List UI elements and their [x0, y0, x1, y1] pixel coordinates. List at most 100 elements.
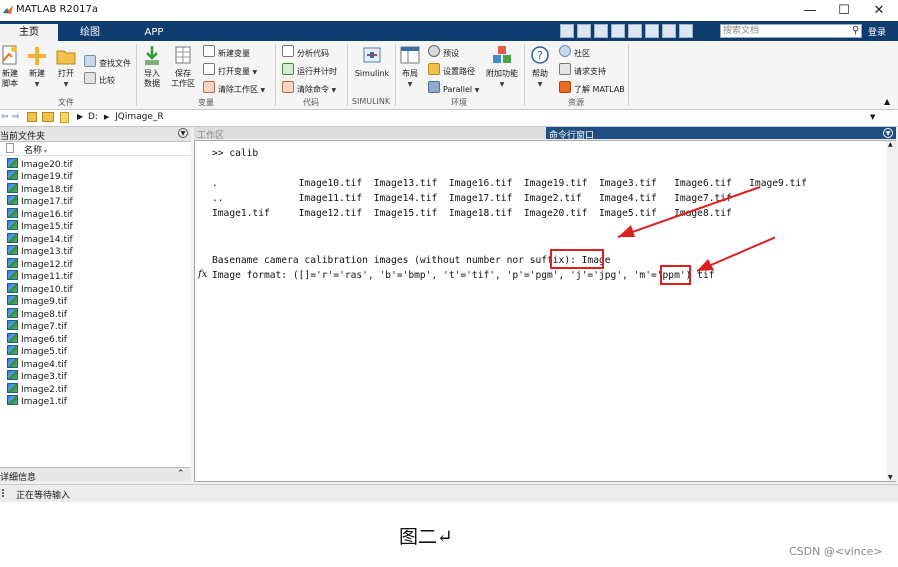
file-item[interactable]: Image6.tif: [7, 333, 67, 345]
file-item[interactable]: Image15.tif: [7, 220, 73, 232]
browse-folder-icon[interactable]: [42, 112, 54, 122]
file-item[interactable]: Image16.tif: [7, 208, 73, 220]
expand-details-icon[interactable]: ⌃: [177, 469, 185, 479]
help-question-icon: ?: [531, 46, 549, 64]
parallel-button[interactable]: Parallel ▼: [428, 81, 479, 94]
addons-button[interactable]: 附加功能 ▼: [485, 45, 519, 90]
vertical-scrollbar[interactable]: ▲ ▼: [887, 141, 896, 481]
collapse-ribbon-icon[interactable]: ▲: [884, 97, 890, 106]
file-name: Image2.tif: [21, 385, 67, 395]
file-item[interactable]: Image13.tif: [7, 245, 73, 257]
analyze-code-button[interactable]: 分析代码: [282, 45, 329, 58]
command-window-actions-icon[interactable]: ▼: [883, 128, 893, 138]
open-variable-button[interactable]: 打开变量 ▼: [203, 63, 257, 76]
minimize-button[interactable]: —: [793, 0, 827, 21]
switch-windows-icon[interactable]: [662, 24, 676, 38]
tif-image-icon: [7, 358, 18, 368]
file-item[interactable]: Image9.tif: [7, 295, 67, 307]
community-button[interactable]: 社区: [559, 45, 590, 58]
workspace-grid-icon: [175, 46, 191, 64]
new-variable-label: 新建变量: [218, 49, 250, 58]
tif-image-icon: [7, 320, 18, 330]
file-item[interactable]: Image17.tif: [7, 195, 73, 207]
learn-matlab-button[interactable]: 了解 MATLAB: [559, 81, 625, 94]
panel-actions-icon[interactable]: ▼: [178, 128, 188, 138]
run-and-time-button[interactable]: 运行并计时: [282, 63, 337, 76]
redo-icon[interactable]: [645, 24, 659, 38]
forward-icon[interactable]: ⇨: [12, 112, 20, 122]
scroll-down-icon[interactable]: ▼: [888, 474, 893, 481]
command-window[interactable]: >> calib . Image10.tif Image13.tif Image…: [194, 140, 896, 482]
file-item[interactable]: Image4.tif: [7, 358, 67, 370]
file-item[interactable]: Image5.tif: [7, 345, 67, 357]
request-support-button[interactable]: 请求支持: [559, 63, 606, 76]
back-icon[interactable]: ⇦: [1, 112, 9, 122]
path-dropdown-icon[interactable]: ▼: [870, 113, 875, 121]
import-data-button[interactable]: 导入 数据: [141, 45, 163, 89]
compare-button[interactable]: 比较: [84, 72, 115, 85]
status-bar: 正在等待输入: [0, 484, 898, 502]
file-item[interactable]: Image10.tif: [7, 283, 73, 295]
tif-image-icon: [7, 295, 18, 305]
help-button[interactable]: ? 帮助 ▼: [528, 45, 552, 90]
search-icon[interactable]: ⚲: [852, 25, 859, 36]
scroll-up-icon[interactable]: ▲: [888, 141, 893, 148]
file-name: Image8.tif: [21, 310, 67, 320]
layout-label: 布局: [402, 69, 418, 78]
fx-icon[interactable]: fx: [198, 269, 207, 280]
search-docs-input[interactable]: 搜索文档: [720, 24, 862, 38]
path-drive[interactable]: D:: [88, 112, 98, 122]
layout-button[interactable]: 布局 ▼: [398, 45, 422, 90]
file-item[interactable]: Image2.tif: [7, 383, 67, 395]
clear-commands-button[interactable]: 清除命令 ▼: [282, 81, 336, 94]
file-item[interactable]: Image18.tif: [7, 183, 73, 195]
preferences-button[interactable]: 预设: [428, 45, 459, 58]
file-item[interactable]: Image12.tif: [7, 258, 73, 270]
tab-apps[interactable]: APP: [125, 24, 183, 41]
file-item[interactable]: Image19.tif: [7, 170, 73, 182]
path-separator-icon: ▶: [77, 112, 84, 121]
help-icon[interactable]: [679, 24, 693, 38]
paste-icon[interactable]: [611, 24, 625, 38]
file-item[interactable]: Image20.tif: [7, 158, 73, 170]
file-item[interactable]: Image7.tif: [7, 320, 67, 332]
file-item[interactable]: Image1.tif: [7, 395, 67, 407]
tab-plots[interactable]: 绘图: [61, 24, 119, 41]
copy-icon[interactable]: [594, 24, 608, 38]
tab-home[interactable]: 主页: [0, 24, 58, 41]
up-folder-icon[interactable]: [27, 112, 37, 122]
arrow-to-basename: [617, 186, 761, 238]
file-name: Image12.tif: [21, 260, 73, 270]
file-item[interactable]: Image8.tif: [7, 308, 67, 320]
current-folder-panel: 名称 ▾ Image20.tif Image19.tif Image18.tif…: [0, 142, 191, 467]
cut-icon[interactable]: [577, 24, 591, 38]
file-item[interactable]: Image14.tif: [7, 233, 73, 245]
set-path-button[interactable]: 设置路径: [428, 63, 475, 76]
new-script-button[interactable]: 新建 脚本: [0, 45, 20, 89]
tif-image-icon: [7, 183, 18, 193]
login-link[interactable]: 登录: [868, 25, 886, 38]
file-item[interactable]: Image11.tif: [7, 270, 73, 282]
open-button[interactable]: 打开 ▼: [55, 45, 77, 90]
maximize-button[interactable]: ☐: [827, 0, 861, 21]
new-variable-icon: [203, 45, 215, 57]
details-panel-header[interactable]: 详细信息 ⌃: [0, 467, 191, 483]
save-icon[interactable]: [560, 24, 574, 38]
undo-icon[interactable]: [628, 24, 642, 38]
file-name: Image18.tif: [21, 185, 73, 195]
find-files-button[interactable]: 查找文件: [84, 55, 131, 68]
new-variable-button[interactable]: 新建变量: [203, 45, 250, 58]
matlab-window: MATLAB R2017a — ☐ ✕ 主页 绘图 APP 搜索文档 ⚲ 登录 …: [0, 0, 898, 502]
workspace-tab[interactable]: 工作区: [194, 127, 546, 141]
save-workspace-button[interactable]: 保存 工作区: [170, 45, 196, 89]
path-breadcrumb[interactable]: D: ▶ JQimage_R: [88, 112, 164, 122]
annotation-arrows: [617, 186, 775, 272]
file-item[interactable]: Image3.tif: [7, 370, 67, 382]
simulink-button[interactable]: Simulink: [352, 45, 392, 79]
new-button[interactable]: 新建 ▼: [26, 45, 48, 90]
path-folder[interactable]: JQimage_R: [115, 112, 164, 122]
close-button[interactable]: ✕: [862, 0, 896, 21]
clear-workspace-button[interactable]: 清除工作区 ▼: [203, 81, 265, 94]
name-column-header[interactable]: 名称 ▾: [24, 143, 47, 156]
gear-icon: [428, 45, 440, 57]
